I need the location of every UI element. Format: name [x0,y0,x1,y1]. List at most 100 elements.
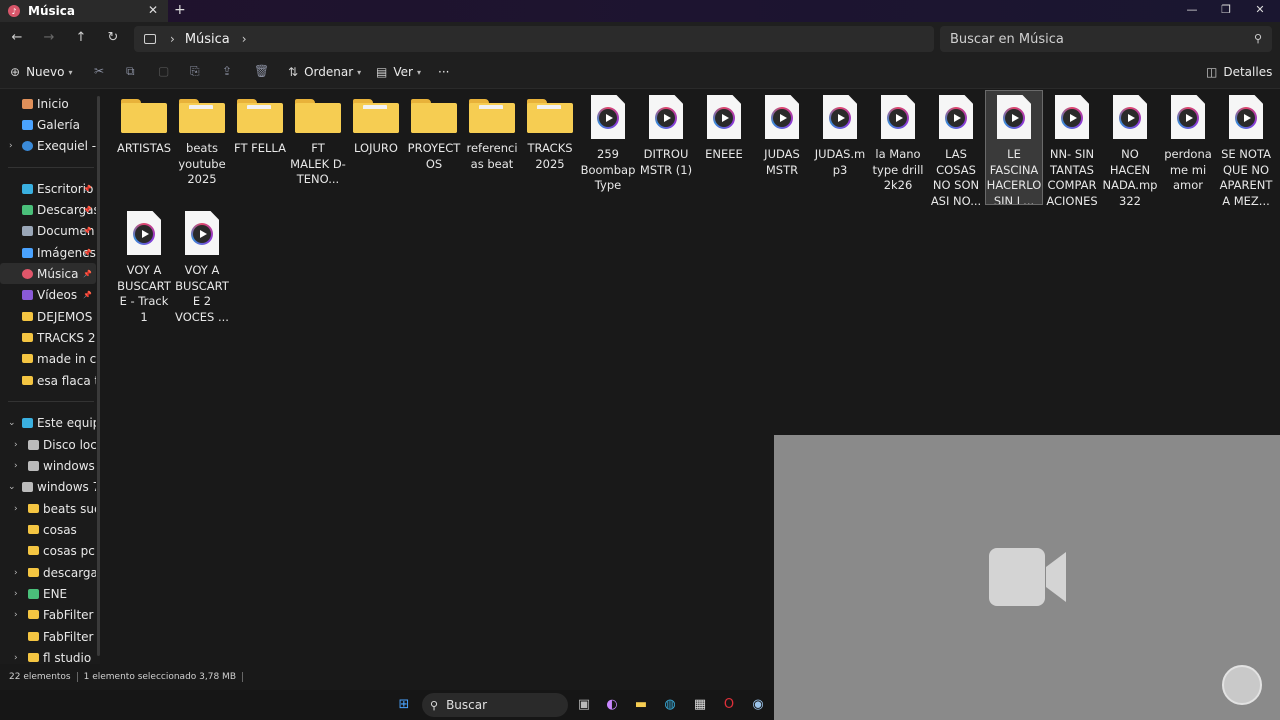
delete-icon[interactable]: 🗑 [254,64,269,78]
chevron-down-icon[interactable]: ⌄ [8,482,16,492]
sidebar-item-escritorio[interactable]: Escritorio 📌 [0,178,96,199]
pin-icon[interactable]: 📌 [83,249,92,257]
audio-file-item[interactable]: la Mano type drill 2k26 [870,91,926,204]
sidebar-item-beats-suel[interactable]: › beats suel [0,498,96,519]
sidebar-item-galería[interactable]: Galería [0,114,96,135]
audio-file-item[interactable]: ENEEE [696,91,752,204]
refresh-icon[interactable]: ↻ [104,30,122,45]
file-explorer-icon[interactable]: ▬ [633,697,649,713]
sidebar-item-inicio[interactable]: Inicio [0,93,96,114]
audio-file-item[interactable]: VOY A BUSCARTE - Track 1 [116,207,172,327]
audio-file-item[interactable]: VOY A BUSCARTE 2 VOCES ... [174,207,230,327]
sidebar-item-cosas[interactable]: cosas [0,519,96,540]
pin-icon[interactable]: 📌 [83,185,92,193]
chevron-right-icon[interactable]: › [14,653,18,663]
sidebar-item-cosas-pc-e[interactable]: cosas pc e [0,540,96,561]
chevron-right-icon[interactable]: › [14,504,18,514]
close-tab-icon[interactable]: ✕ [148,3,158,17]
edge-icon[interactable]: ◍ [662,697,678,713]
chevron-right-icon[interactable]: › [14,568,18,578]
new-tab-button[interactable]: + [174,2,186,18]
rename-icon[interactable]: ⎘ [190,64,200,79]
paste-icon[interactable]: ▢ [158,64,169,78]
copilot-icon[interactable]: ◐ [604,697,620,713]
sidebar-item-vídeos[interactable]: Vídeos 📌 [0,284,96,305]
up-arrow-icon[interactable]: ↑ [72,30,90,45]
folder-item[interactable]: FT FELLA [232,91,288,204]
folder-item[interactable]: beats youtube 2025 [174,91,230,204]
sidebar-item-fl-studio[interactable]: › fl studio [0,647,96,665]
sidebar-item-fabfilter-t[interactable]: FabFilter T [0,626,96,647]
sidebar-item-descargas[interactable]: › descargas [0,562,96,583]
search-box[interactable]: ⚲ [940,26,1272,52]
sidebar-item-fabfilter[interactable]: › FabFilter [0,604,96,625]
folder-item[interactable]: PROYECTOS [406,91,462,204]
sidebar-item-disco-loca[interactable]: › Disco loca [0,434,96,455]
sidebar-item-este-equipo[interactable]: ⌄ Este equipo [0,412,96,433]
folder-item[interactable]: FT MALEK D-TENO... [290,91,346,204]
copy-icon[interactable]: ⧉ [126,64,135,79]
steam-icon[interactable]: ◉ [750,697,766,713]
chevron-down-icon[interactable]: ⌄ [8,418,16,428]
breadcrumb-musica[interactable]: Música [185,32,230,47]
audio-file-item[interactable]: LE FASCINA HACERLO SIN L... [985,90,1043,208]
audio-file-item[interactable]: NO HACEN NADA.mp322 [1102,91,1158,208]
audio-file-item[interactable]: JUDAS.mp3 [812,91,868,204]
details-button[interactable]: ◫ Detalles [1206,65,1272,79]
store-icon[interactable]: ▦ [692,697,708,713]
back-arrow-icon[interactable]: ← [8,30,26,45]
sidebar-item-esa-flaca-ta[interactable]: esa flaca ta [0,370,96,391]
more-options-button[interactable]: ··· [438,65,449,79]
folder-item[interactable]: LOJURO [348,91,404,204]
sort-button[interactable]: ⇅ Ordenar ▾ [288,65,361,79]
task-view-icon[interactable]: ▣ [576,697,592,713]
folder-item[interactable]: ARTISTAS [116,91,172,204]
windows-start-icon[interactable]: ⊞ [396,697,412,713]
chevron-right-icon[interactable]: › [14,610,18,620]
pin-icon[interactable]: 📌 [83,206,92,214]
audio-file-item[interactable]: SE NOTA QUE NO APARENTA MEZ... [1218,91,1274,208]
restore-button[interactable]: ❐ [1216,3,1236,16]
sidebar-item-música[interactable]: Música 📌 [0,263,96,284]
sidebar-item-ene[interactable]: › ENE [0,583,96,604]
opera-icon[interactable]: O [721,697,737,713]
address-bar[interactable]: › Música › [134,26,934,52]
sidebar-item-dejemos-[interactable]: DEJEMOS ( [0,306,96,327]
audio-file-item[interactable]: DITROU MSTR (1) [638,91,694,204]
chevron-right-icon[interactable]: › [170,32,175,46]
sidebar-item-exequiel-i[interactable]: › Exequiel - I [0,135,96,156]
audio-file-item[interactable]: JUDAS MSTR [754,91,810,204]
folder-item[interactable]: TRACKS 2025 [522,91,578,204]
sidebar-item-windows-7[interactable]: › windows 7 [0,455,96,476]
chevron-right-icon[interactable]: › [14,461,18,471]
sidebar-scrollbar[interactable] [97,96,100,656]
audio-file-item[interactable]: 259 Boombap Type [580,91,636,204]
audio-file-item[interactable]: LAS COSAS NO SON ASI NO... [928,91,984,208]
taskbar-search[interactable]: ⚲ Buscar [422,693,568,717]
audio-file-item[interactable]: perdoname mi amor [1160,91,1216,204]
sidebar-item-tracks-20[interactable]: TRACKS 20 [0,327,96,348]
tab-musica[interactable]: ♪ Música ✕ [0,0,168,22]
close-window-button[interactable]: ✕ [1250,3,1270,16]
sidebar-item-made-in-ch[interactable]: made in ch [0,348,96,369]
search-icon[interactable]: ⚲ [1254,32,1262,45]
chevron-right-icon[interactable]: › [14,589,18,599]
pin-icon[interactable]: 📌 [83,270,92,278]
sidebar-item-documen[interactable]: Documen 📌 [0,220,96,241]
view-button[interactable]: ▤ Ver ▾ [376,65,421,79]
forward-arrow-icon[interactable]: → [40,30,58,45]
folder-item[interactable]: referencias beat [464,91,520,204]
search-input[interactable] [950,31,1240,47]
cut-icon[interactable]: ✂ [94,64,104,78]
sidebar-item-imágenes[interactable]: Imágenes 📌 [0,242,96,263]
new-button[interactable]: ⊕ Nuevo ▾ [10,65,73,79]
minimize-button[interactable]: — [1182,3,1202,16]
audio-file-item[interactable]: NN- SIN TANTAS COMPARACIONES [1044,91,1100,208]
pin-icon[interactable]: 📌 [83,227,92,235]
share-icon[interactable]: ⇪ [222,64,232,78]
sidebar-item-descargas[interactable]: Descargas 📌 [0,199,96,220]
sidebar-item-windows-7[interactable]: ⌄ windows 7 [0,476,96,497]
chevron-right-icon[interactable]: › [9,141,13,151]
chevron-right-icon[interactable]: › [14,440,18,450]
chevron-right-icon[interactable]: › [242,32,247,46]
